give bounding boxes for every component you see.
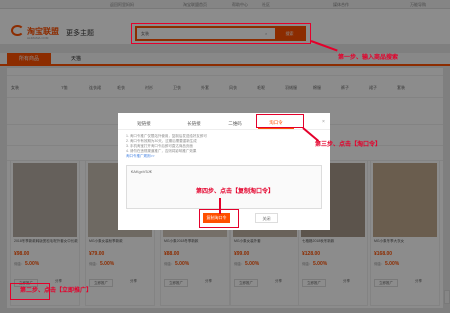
taokouling-code: €AKgxV5J€	[131, 169, 152, 174]
step1-annotation: 第一步、输入商品搜索	[338, 55, 399, 61]
close-icon[interactable]: ×	[322, 119, 325, 125]
step1-highlight-box	[131, 23, 311, 44]
step4-arrow	[219, 198, 221, 214]
close-button[interactable]: 关闭	[255, 213, 278, 223]
step2-annotation: 第二步、点击【立即推广】	[20, 288, 93, 294]
step4-annotation: 第四步、点击【复制淘口令】	[196, 189, 275, 195]
rules-link[interactable]: 淘口令推广规则>>	[126, 154, 322, 159]
step3-annotation: 第三步、点击【淘口令】	[315, 142, 382, 148]
tips-list: 1. 淘口令推广仅限站外使用，复制后发送给好友即可 2. 淘口令有效期为30天，…	[126, 134, 322, 159]
step3-highlight-box	[256, 114, 304, 128]
tab-divider	[118, 129, 330, 130]
